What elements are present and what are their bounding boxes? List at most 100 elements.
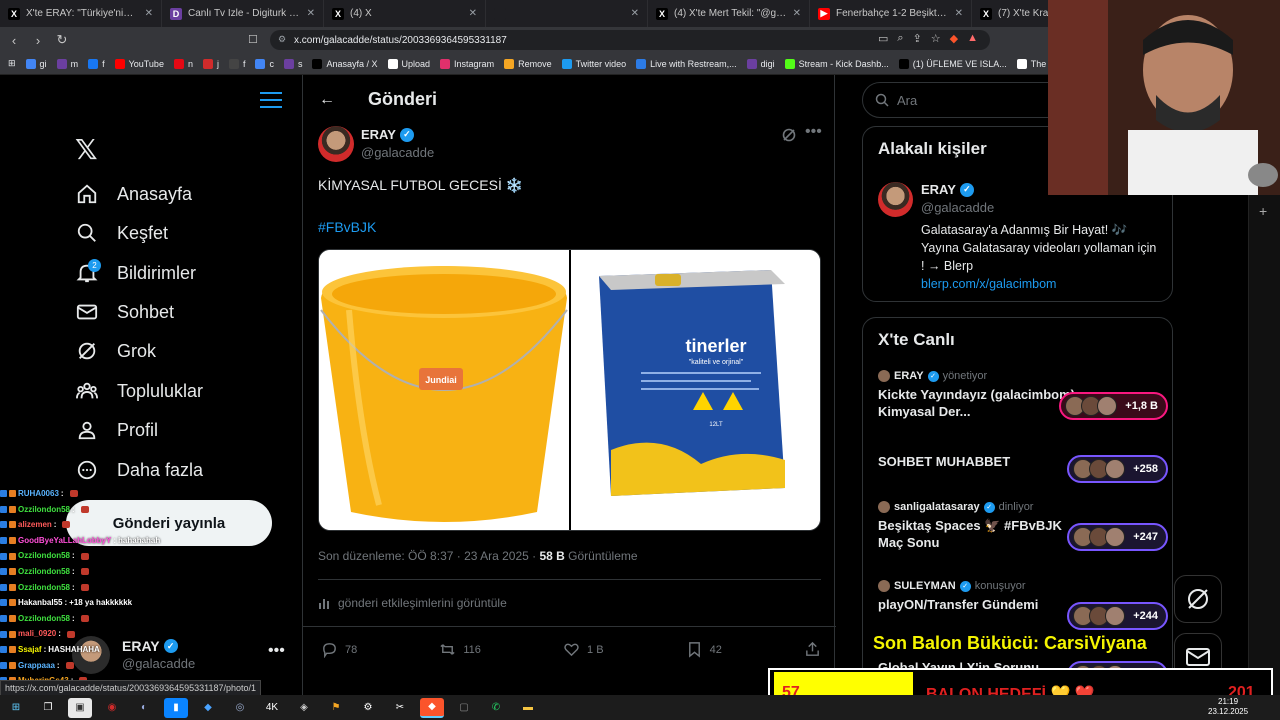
reload-icon[interactable]: ↻ (52, 30, 72, 50)
nav-item-mail[interactable]: Sohbet (75, 297, 174, 327)
live-space-item[interactable]: SULEYMAN ✓ konuşuyor playON/Transfer Gündem… (878, 580, 1168, 630)
capcut-icon[interactable]: ✂ (388, 698, 412, 718)
bookmark-item[interactable]: Instagram (440, 58, 494, 69)
site-info-icon[interactable]: ⚙ (278, 34, 288, 44)
nav-item-profile[interactable]: Profil (75, 415, 158, 445)
bookmark-item[interactable]: n (173, 58, 193, 69)
steam-icon[interactable]: ◎ (228, 698, 252, 718)
zoom-icon[interactable]: ⌕ (897, 32, 903, 45)
view-engagements-link[interactable]: gönderi etkileşimlerini görüntüle (318, 596, 507, 610)
browser-tab[interactable]: X (4) X'te Mert Tekil: "@galacadde @H ✕ (648, 0, 810, 27)
chatgpt-icon[interactable]: ⚙ (356, 698, 380, 718)
system-clock[interactable]: 21:19 23.12.2025 (1208, 697, 1248, 717)
thinner-can-image[interactable]: tinerler "kaliteli ve orjinal" 12LT (571, 250, 820, 530)
tab-title: Fenerbahçe 1-2 Beşiktaş | MAÇ ÖZETİ (836, 8, 949, 19)
nav-item-search[interactable]: Keşfet (75, 218, 168, 248)
more-dots-icon[interactable]: ••• (268, 642, 285, 660)
bookmark-item[interactable]: Anasayfa / X (312, 58, 378, 69)
related-handle[interactable]: @galacadde (921, 200, 994, 215)
forward-icon[interactable]: › (28, 30, 48, 50)
bookmark-item[interactable]: m (56, 58, 78, 69)
add-panel-icon[interactable]: + (1259, 203, 1267, 219)
browser-tab[interactable]: ▶ Fenerbahçe 1-2 Beşiktaş | MAÇ ÖZETİ ✕ (810, 0, 972, 27)
more-options-icon[interactable]: ••• (805, 123, 822, 141)
bookmark-item[interactable]: c (255, 58, 274, 69)
bookmark-item[interactable]: Remove (504, 58, 552, 69)
bookmark-button[interactable]: 42 (686, 641, 722, 658)
bookmark-item[interactable]: Stream - Kick Dashb... (784, 58, 889, 69)
app-icon[interactable]: 4K (260, 698, 284, 718)
nav-item-grok[interactable]: Grok (75, 336, 156, 366)
browser-tab[interactable]: X (4) X ✕ (324, 0, 486, 27)
live-space-item[interactable]: ERAY ✓ yönetiyor Kickte Yayındayız (galacim… (878, 370, 1168, 420)
bookmark-item[interactable]: Twitter video (561, 58, 626, 69)
app-icon[interactable]: ▢ (452, 698, 476, 718)
whatsapp-icon[interactable]: ✆ (484, 698, 508, 718)
tab-close-icon[interactable]: ✕ (307, 8, 315, 19)
bookmark-item[interactable]: s (283, 58, 302, 69)
like-button[interactable]: 1 B (563, 641, 604, 658)
bookmark-item[interactable]: Live with Restream,... (636, 58, 737, 69)
tab-close-icon[interactable]: ✕ (631, 8, 639, 19)
bookmark-item[interactable]: (1) ÜFLEME VE ISLA... (898, 58, 1007, 69)
tab-close-icon[interactable]: ✕ (793, 8, 801, 19)
nav-item-communities[interactable]: Topluluklar (75, 376, 203, 406)
live-space-item[interactable]: SOHBET MUHABBET +258 (878, 449, 1168, 483)
bookmark-item[interactable]: digi (746, 58, 775, 69)
app-icon[interactable]: ◐ (132, 698, 156, 718)
tab-close-icon[interactable]: ✕ (469, 8, 477, 19)
browser-tab[interactable]: X X'te ERAY: "Türkiye'nin en namuslu e ✕ (0, 0, 162, 27)
nav-item-bell[interactable]: 2 Bildirimler (75, 258, 196, 288)
app-icon[interactable]: ◆ (196, 698, 220, 718)
live-space-item[interactable]: sanligalatasaray ✓ dinliyor Beşiktaş Spaces… (878, 501, 1168, 551)
back-icon[interactable]: ‹ (4, 30, 24, 50)
author-handle[interactable]: @galacadde (361, 145, 434, 160)
menu-icon[interactable] (260, 92, 282, 110)
bookmark-item[interactable]: YouTube (114, 58, 164, 69)
can-volume-label: 12LT (709, 422, 723, 428)
apps-grid-icon[interactable]: ⊞ (8, 58, 16, 69)
bookmark-item[interactable]: f (88, 58, 105, 69)
related-name[interactable]: ERAY ✓ (921, 182, 974, 197)
star-icon[interactable]: ☆ (931, 32, 941, 45)
bucket-image[interactable]: Jundiai (319, 250, 569, 530)
app-icon[interactable]: ◈ (292, 698, 316, 718)
brave-browser-icon[interactable]: ◆ (420, 697, 444, 718)
repost-button[interactable]: 116 (439, 641, 481, 658)
bookmark-item[interactable]: j (202, 58, 219, 69)
bookmark-item[interactable]: Upload (387, 58, 430, 69)
stream-chat-overlay: RUHA0063 : Ozzilondon58 : alizemen : Goo… (0, 486, 240, 704)
related-bio-link[interactable]: blerp.com/x/galacimbom (921, 277, 1056, 291)
tab-close-icon[interactable]: ✕ (145, 8, 153, 19)
reply-button[interactable]: 78 (321, 641, 357, 658)
app-icon[interactable]: ▣ (68, 697, 92, 718)
app-icon[interactable]: ▮ (164, 697, 188, 718)
nav-item-more-circle[interactable]: Daha fazla (75, 455, 203, 485)
rewards-icon[interactable]: ▲ (967, 32, 978, 45)
cast-icon[interactable]: ▭ (878, 32, 888, 45)
app-icon[interactable]: ◉ (100, 698, 124, 718)
x-logo-icon[interactable]: 𝕏 (75, 133, 98, 166)
share-button[interactable] (804, 641, 821, 658)
browser-tab[interactable]: ✕ (486, 0, 648, 27)
hashtag-link[interactable]: #FBvBJK (318, 219, 376, 235)
bookmark-item[interactable]: gi (25, 58, 47, 69)
bookmark-item[interactable]: f (228, 58, 245, 69)
nav-item-home[interactable]: Anasayfa (75, 179, 192, 209)
grok-icon[interactable] (781, 127, 797, 143)
bookmark-icon[interactable]: ☐ (248, 33, 258, 46)
author-name[interactable]: ERAY ✓ (361, 127, 414, 142)
task-view-icon[interactable]: ❐ (36, 698, 60, 718)
app-icon[interactable]: ⚑ (324, 698, 348, 718)
share-icon[interactable]: ⇪ (913, 32, 922, 45)
start-icon[interactable]: ⊞ (4, 698, 28, 718)
author-avatar[interactable] (318, 126, 354, 162)
browser-tab[interactable]: D Canlı Tv İzle - Digiturk Play Yurt Dışı… (162, 0, 324, 27)
tab-close-icon[interactable]: ✕ (955, 8, 963, 19)
grok-floating-button[interactable] (1174, 575, 1222, 623)
back-arrow-icon[interactable]: ← (319, 91, 335, 109)
related-avatar[interactable] (878, 182, 913, 217)
tweet-media[interactable]: Jundiai tinerler "kaliteli ve orjinal" 1… (318, 249, 821, 531)
brave-icon[interactable]: ◆ (950, 32, 958, 45)
file-explorer-icon[interactable]: ▬ (516, 698, 540, 718)
